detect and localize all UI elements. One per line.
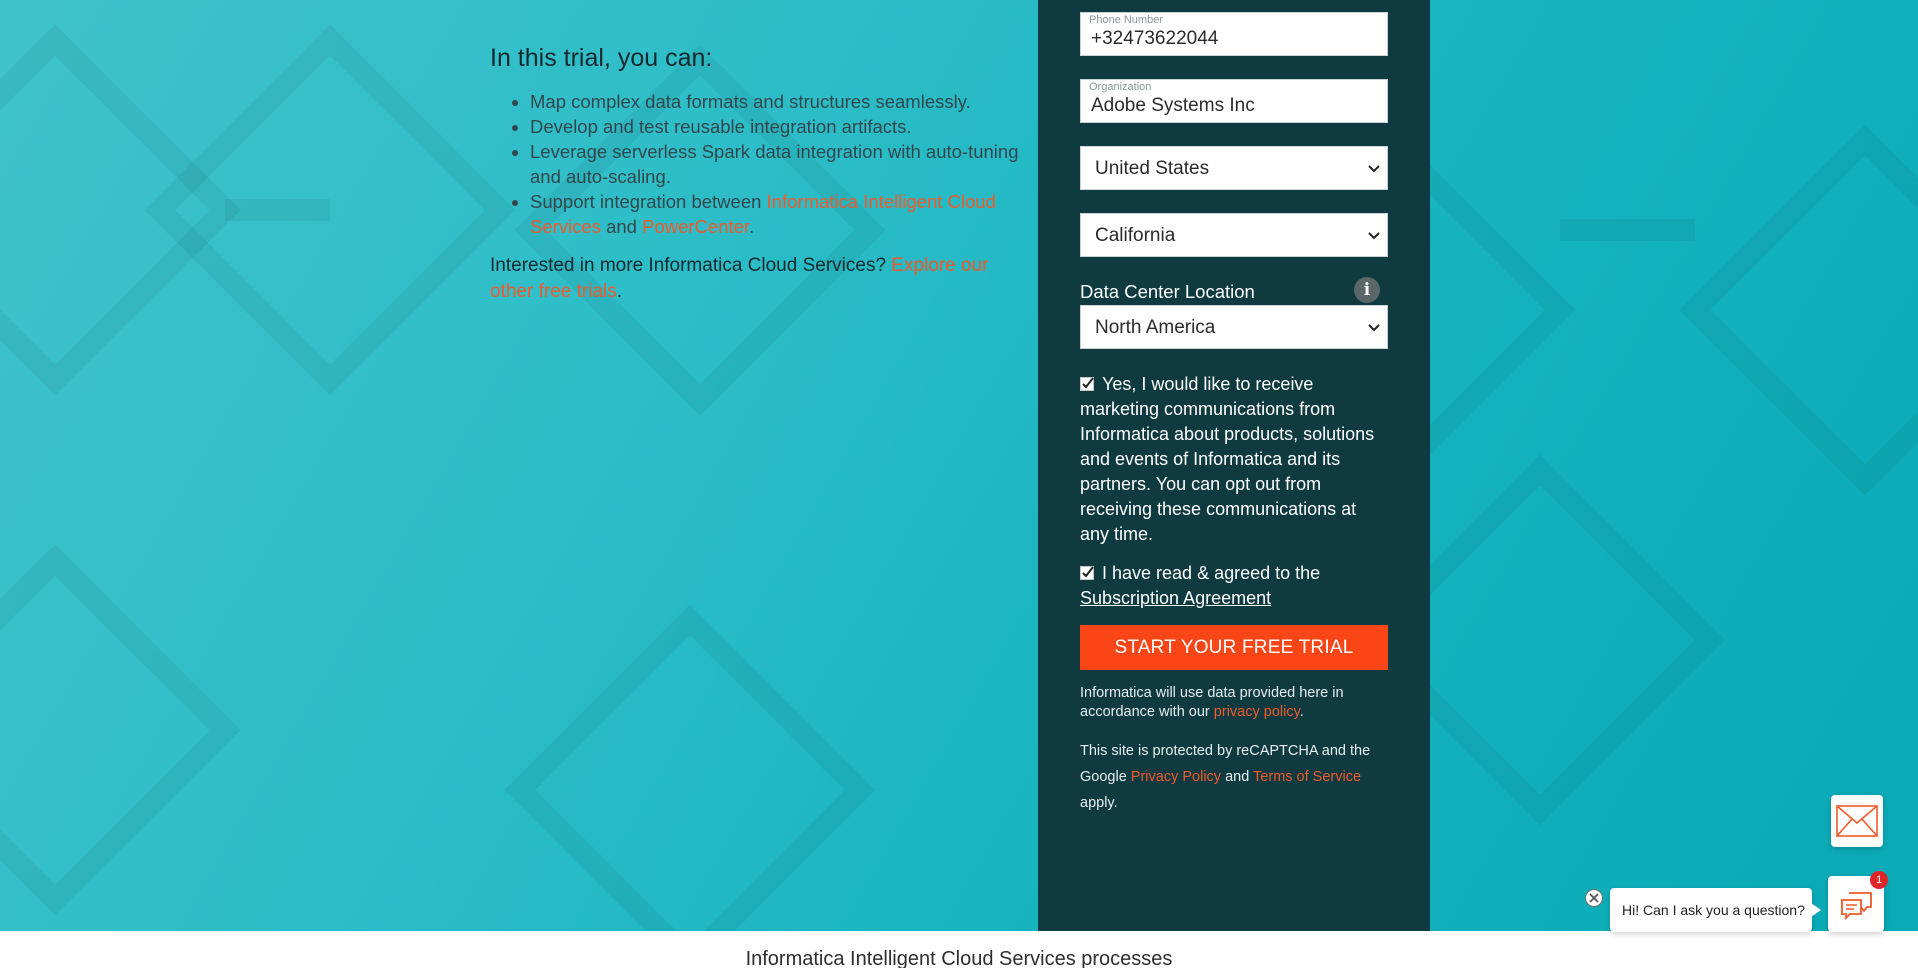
benefit-text: and [600,216,643,237]
list-item: Map complex data formats and structures … [530,89,1020,114]
privacy-end: . [1299,704,1304,720]
more-text: Interested in more Informatica Cloud Ser… [490,255,892,276]
checkmark-icon [1082,566,1094,578]
marketing-consent: Yes, I would like to receive marketing c… [1080,372,1390,547]
recaptcha-and: and [1221,769,1254,785]
recaptcha-end: apply. [1080,795,1118,811]
country-select[interactable]: United States [1080,146,1388,190]
email-button[interactable] [1831,795,1883,847]
organization-field[interactable]: Organization Adobe Systems Inc [1080,79,1388,123]
envelope-icon [1836,805,1878,837]
data-center-value: North America [1095,317,1216,338]
country-value: United States [1095,158,1210,179]
chat-greeting-bubble[interactable]: Hi! Can I ask you a question? [1610,888,1821,932]
marketing-consent-text: Yes, I would like to receive marketing c… [1080,374,1375,544]
privacy-policy-link[interactable]: privacy policy [1214,704,1300,720]
hero-section: In this trial, you can: Map complex data… [0,0,1918,931]
google-privacy-link[interactable]: Privacy Policy [1131,769,1221,785]
benefit-text: Leverage serverless Spark data integrati… [530,141,1019,187]
data-center-select[interactable]: North America [1080,305,1388,349]
state-select[interactable]: California [1080,213,1388,257]
agreement-consent: I have read & agreed to the Subscription… [1080,561,1390,611]
chevron-down-icon [1368,232,1380,240]
info-icon[interactable]: i [1354,277,1380,303]
checkmark-icon [1082,377,1094,389]
data-center-label: Data Center Location [1080,281,1255,302]
marketing-checkbox[interactable] [1080,377,1094,391]
privacy-text: Informatica will use data provided here … [1080,685,1344,720]
phone-label: Phone Number [1089,14,1163,26]
organization-value: Adobe Systems Inc [1091,95,1255,116]
list-item: Develop and test reusable integration ar… [530,114,1020,139]
start-free-trial-button[interactable]: START YOUR FREE TRIAL [1080,625,1388,670]
powercenter-link[interactable]: PowerCenter [642,216,749,237]
agreement-checkbox[interactable] [1080,566,1094,580]
chevron-down-icon [1368,324,1380,332]
google-terms-link[interactable]: Terms of Service [1253,769,1361,785]
subscription-agreement-link[interactable]: Subscription Agreement [1080,588,1271,608]
close-chat-bubble-button[interactable] [1585,889,1603,907]
state-value: California [1095,225,1176,246]
benefit-text: Support integration between [530,191,767,212]
phone-field[interactable]: Phone Number +32473622044 [1080,12,1388,56]
section-heading: Informatica Intelligent Cloud Services p… [745,948,1173,968]
list-item: Support integration between Informatica … [530,189,1020,239]
chat-icon [1841,892,1872,920]
signup-form-panel: Phone Number +32473622044 Organization A… [1038,0,1430,931]
recaptcha-note: This site is protected by reCAPTCHA and … [1080,738,1390,816]
agreement-text: I have read & agreed to the [1102,563,1321,583]
benefit-text: Develop and test reusable integration ar… [530,116,912,137]
trial-heading: In this trial, you can: [490,44,713,72]
phone-value: +32473622044 [1091,28,1219,49]
close-icon [1589,893,1599,903]
more-text-end: . [616,281,623,302]
privacy-note: Informatica will use data provided here … [1080,684,1390,722]
organization-label: Organization [1089,81,1152,93]
benefit-text: Map complex data formats and structures … [530,91,971,112]
more-trials-text: Interested in more Informatica Cloud Ser… [490,253,1020,305]
trial-benefits-list: Map complex data formats and structures … [490,89,1020,239]
notification-badge: 1 [1870,871,1888,889]
benefit-text: . [749,216,755,237]
chevron-down-icon [1368,165,1380,173]
list-item: Leverage serverless Spark data integrati… [530,139,1020,189]
trial-info: In this trial, you can: Map complex data… [490,44,1020,305]
